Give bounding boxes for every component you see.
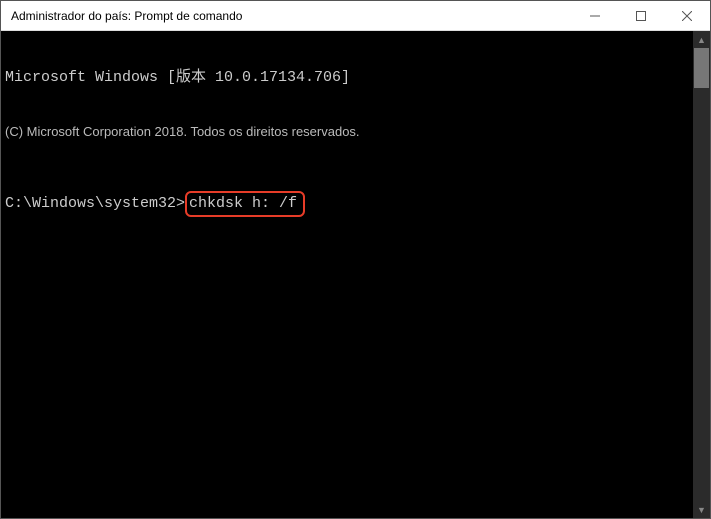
terminal-output[interactable]: Microsoft Windows [版本 10.0.17134.706] (C… (1, 31, 693, 518)
command-highlight: chkdsk h: /f (185, 191, 305, 217)
scroll-thumb[interactable] (694, 48, 709, 88)
minimize-icon (590, 11, 600, 21)
command-prompt-window: Administrador do país: Prompt de comando… (0, 0, 711, 519)
command-text: chkdsk h: /f (189, 195, 297, 212)
close-button[interactable] (664, 1, 710, 30)
prompt-text: C:\Windows\system32> (5, 195, 185, 212)
version-line: Microsoft Windows [版本 10.0.17134.706] (5, 69, 689, 87)
maximize-button[interactable] (618, 1, 664, 30)
minimize-button[interactable] (572, 1, 618, 30)
titlebar[interactable]: Administrador do país: Prompt de comando (1, 1, 710, 31)
vertical-scrollbar[interactable]: ▲ ▼ (693, 31, 710, 518)
client-area: Microsoft Windows [版本 10.0.17134.706] (C… (1, 31, 710, 518)
close-icon (682, 11, 692, 21)
prompt-line: C:\Windows\system32>chkdsk h: /f (5, 191, 689, 217)
scroll-down-arrow-icon[interactable]: ▼ (693, 501, 710, 518)
window-controls (572, 1, 710, 30)
window-title: Administrador do país: Prompt de comando (1, 9, 572, 23)
scroll-up-arrow-icon[interactable]: ▲ (693, 31, 710, 48)
copyright-line: (C) Microsoft Corporation 2018. Todos os… (5, 123, 689, 141)
maximize-icon (636, 11, 646, 21)
